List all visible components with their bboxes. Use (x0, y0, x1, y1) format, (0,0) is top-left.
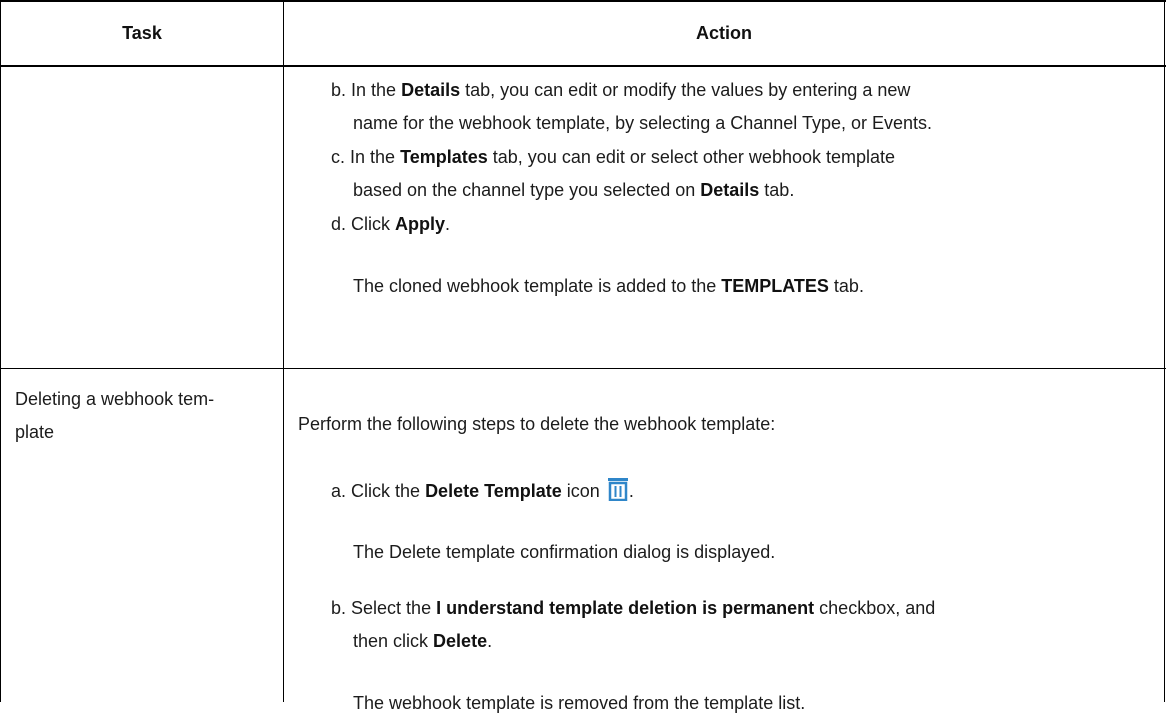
step-a-delete: a. Click the Delete Template icon . (331, 477, 634, 507)
step-b-result: The webhook template is removed from the… (353, 693, 806, 713)
header-task: Task (122, 22, 162, 43)
step-b-details: b. In the Details tab, you can edit or m… (331, 80, 911, 100)
step-b-select: b. Select the I understand template dele… (331, 598, 936, 618)
task-deleting-line2: plate (15, 422, 55, 442)
cloned-result: The cloned webhook template is added to … (353, 276, 864, 296)
trash-icon (607, 477, 629, 507)
step-c-templates: c. In the Templates tab, you can edit or… (331, 147, 896, 167)
step-a-result: The Delete template confirmation dialog … (353, 542, 776, 562)
doc-table: Task Action b. In the Details tab, you c… (0, 0, 1166, 713)
step-c-templates-cont: based on the channel type you selected o… (353, 180, 795, 200)
step-b-select-cont: then click Delete. (353, 631, 493, 651)
table-right-border (1164, 0, 1165, 702)
header-action: Action (696, 22, 752, 43)
row-divider (0, 368, 1166, 369)
step-b-details-cont: name for the webhook template, by select… (353, 113, 933, 133)
table-left-border (0, 0, 1, 702)
column-divider (283, 0, 284, 702)
delete-intro: Perform the following steps to delete th… (298, 414, 776, 434)
step-d-apply: d. Click Apply. (331, 214, 451, 234)
task-deleting-line1: Deleting a webhook tem- (15, 389, 215, 409)
